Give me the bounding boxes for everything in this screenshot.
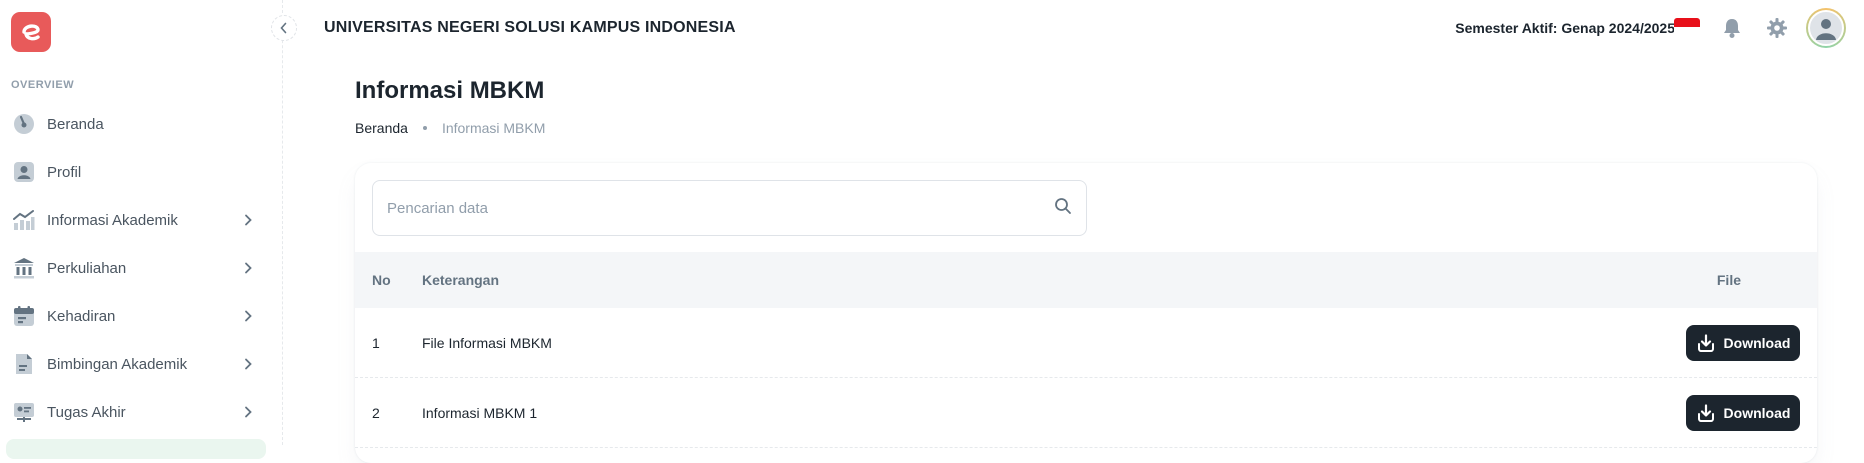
sidebar-item-informasi-akademik[interactable]: Informasi Akademik xyxy=(6,198,266,242)
sidebar: OVERVIEW Beranda Profil Informasi Akadem… xyxy=(0,0,283,459)
avatar xyxy=(1808,10,1844,46)
page-title: Informasi MBKM xyxy=(355,77,545,104)
calendar-icon xyxy=(12,304,36,328)
breadcrumb-link-beranda[interactable]: Beranda xyxy=(355,120,408,136)
sidebar-item-label: Tugas Akhir xyxy=(47,403,126,421)
dashboard-icon xyxy=(12,112,36,136)
search-input[interactable] xyxy=(387,199,1054,217)
row-description: File Informasi MBKM xyxy=(422,334,552,351)
chevron-right-icon xyxy=(240,260,256,276)
sidebar-item-bimbingan-akademik[interactable]: Bimbingan Akademik xyxy=(6,342,266,386)
sidebar-item-perkuliahan[interactable]: Perkuliahan xyxy=(6,246,266,290)
sidebar-item-label: Bimbingan Akademik xyxy=(47,355,188,373)
user-avatar-icon xyxy=(1816,19,1836,40)
search-icon[interactable] xyxy=(1054,197,1072,220)
nav-subheader: OVERVIEW xyxy=(11,79,75,91)
column-header-no: No xyxy=(372,272,391,288)
chevron-left-icon xyxy=(280,22,287,34)
breadcrumb: Beranda Informasi MBKM xyxy=(355,120,545,136)
chevron-right-icon xyxy=(240,404,256,420)
sidebar-item-profil[interactable]: Profil xyxy=(6,150,266,194)
chevron-right-icon xyxy=(240,308,256,324)
chevron-right-icon xyxy=(240,212,256,228)
row-number: 1 xyxy=(372,334,380,351)
user-profile-icon xyxy=(12,160,36,184)
document-icon xyxy=(12,352,36,376)
breadcrumb-separator xyxy=(422,126,427,130)
sidebar-item-beranda[interactable]: Beranda xyxy=(6,102,266,146)
column-header-file: File xyxy=(1716,272,1741,288)
notification-bell-icon[interactable] xyxy=(1720,16,1744,40)
sidebar-item-label: Profil xyxy=(47,163,82,181)
download-icon xyxy=(1696,333,1716,353)
column-header-keterangan: Keterangan xyxy=(422,272,500,288)
table-row: 2 Informasi MBKM 1 Download xyxy=(355,378,1817,448)
mbkm-info-card: No Keterangan File 1 File Informasi MBKM… xyxy=(355,163,1817,463)
presentation-icon xyxy=(12,400,36,424)
language-flag-icon[interactable] xyxy=(1674,18,1700,36)
institution-icon xyxy=(12,256,36,280)
chevron-right-icon xyxy=(240,356,256,372)
row-description: Informasi MBKM 1 xyxy=(422,404,538,421)
download-button-label: Download xyxy=(1723,404,1791,421)
table-header: No Keterangan File xyxy=(355,252,1817,308)
topbar: UNIVERSITAS NEGERI SOLUSI KAMPUS INDONES… xyxy=(284,0,1864,58)
sidebar-item-label: Informasi Akademik xyxy=(47,211,178,229)
sidebar-item-tugas-akhir[interactable]: Tugas Akhir xyxy=(6,390,266,434)
sidebar-item-label: Beranda xyxy=(47,115,104,133)
sidebar-item-label: Perkuliahan xyxy=(47,259,127,277)
download-button-label: Download xyxy=(1723,334,1791,351)
download-icon xyxy=(1696,403,1716,423)
row-number: 2 xyxy=(372,404,380,421)
breadcrumb-current: Informasi MBKM xyxy=(441,120,546,136)
user-avatar-button[interactable] xyxy=(1806,8,1846,48)
active-semester: Semester Aktif: Genap 2024/2025 xyxy=(1455,20,1675,36)
search-box[interactable] xyxy=(372,180,1087,236)
sidebar-item-next[interactable] xyxy=(6,439,266,459)
download-button[interactable]: Download xyxy=(1686,394,1800,431)
settings-gear-icon[interactable] xyxy=(1765,16,1789,40)
sidebar-item-label: Kehadiran xyxy=(47,307,116,325)
app-logo[interactable] xyxy=(11,12,51,52)
table-row: 1 File Informasi MBKM Download xyxy=(355,308,1817,378)
app-title: UNIVERSITAS NEGERI SOLUSI KAMPUS INDONES… xyxy=(324,19,736,36)
sidebar-collapse-button[interactable] xyxy=(271,15,297,41)
download-button[interactable]: Download xyxy=(1686,324,1800,361)
sidebar-item-kehadiran[interactable]: Kehadiran xyxy=(6,294,266,338)
analytics-icon xyxy=(12,208,36,232)
